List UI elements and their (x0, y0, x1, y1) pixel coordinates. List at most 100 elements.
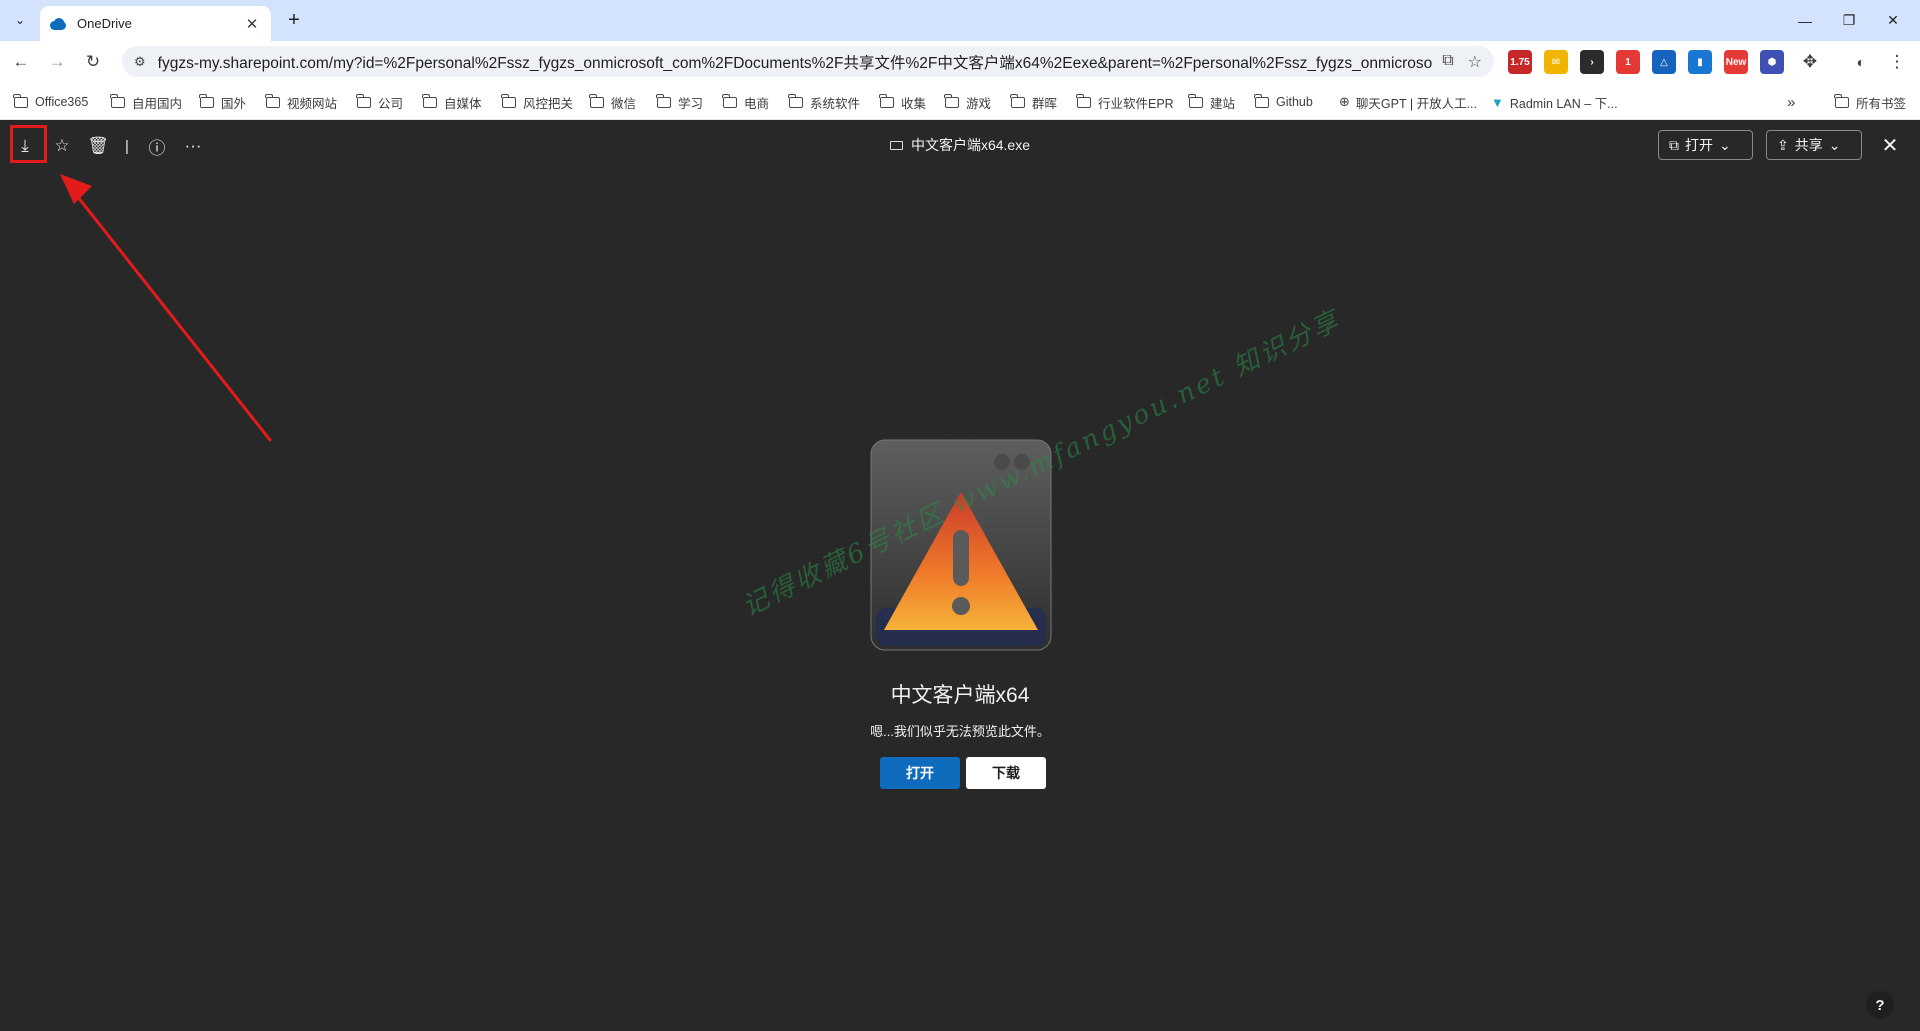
new-tab-button[interactable]: + (282, 8, 306, 32)
browser-menu-icon[interactable]: ⋮ (1884, 49, 1910, 75)
bookmarks-bar: Office365 自用国内 国外 视频网站 公司 自媒体 风控把关 微信 学习 电商 系统软件 收集… (0, 82, 1920, 120)
open-file-button[interactable]: 打开 (880, 757, 960, 789)
bookmark-folder[interactable]: 电商 (722, 91, 769, 113)
window-close-button[interactable]: ✕ (1871, 0, 1915, 41)
bookmark-label: 自用国内 (132, 96, 183, 111)
folder-icon (265, 93, 280, 108)
bookmark-label: 聊天GPT | 开放人工... (1355, 96, 1477, 111)
extensions-puzzle-icon[interactable]: ✥ (1797, 49, 1823, 75)
annotation-arrow (60, 174, 272, 442)
address-bar[interactable]: ⚙ fygzs-my.sharepoint.com/my?id=%2Fperso… (122, 46, 1494, 77)
bookmark-folder[interactable]: 国外 (199, 91, 247, 113)
back-arrow-icon[interactable]: ← (8, 49, 34, 75)
bookmark-folder[interactable]: 风控把关 (501, 91, 573, 113)
folder-icon (879, 93, 894, 108)
bookmark-label: 行业软件EPR (1098, 96, 1174, 111)
extension-icon[interactable]: 1 (1616, 50, 1640, 74)
folder-icon (13, 93, 28, 108)
download-file-button[interactable]: 下载 (966, 757, 1046, 789)
bookmark-folder[interactable]: 自用国内 (110, 91, 183, 113)
extension-icon[interactable]: › (1580, 50, 1604, 74)
extension-icon[interactable]: △ (1652, 50, 1676, 74)
bookmark-label: 视频网站 (287, 96, 338, 111)
chevron-down-icon: ⌄ (1828, 136, 1841, 153)
bookmark-folder[interactable]: 自媒体 (422, 91, 482, 113)
url-text[interactable]: fygzs-my.sharepoint.com/my?id=%2Fpersona… (158, 51, 1433, 73)
file-title: 中文客户端x64.exe (0, 135, 1920, 155)
extension-icon[interactable]: ✉ (1544, 50, 1568, 74)
folder-icon (356, 93, 371, 108)
bookmark-folder[interactable]: 视频网站 (265, 91, 338, 113)
bookmark-label: 群晖 (1032, 96, 1058, 111)
open-label: 打开 (1685, 137, 1713, 153)
install-app-icon[interactable]: ⧉ (1442, 52, 1453, 72)
folder-icon (501, 93, 516, 108)
extension-icon[interactable]: ▮ (1688, 50, 1712, 74)
bookmark-label: 所有书签 (1856, 96, 1907, 111)
globe-icon: ⊕ (1339, 94, 1350, 109)
preview-file-name: 中文客户端x64 (890, 684, 1030, 707)
bookmark-label: 自媒体 (444, 96, 482, 111)
bookmark-folder[interactable]: 游戏 (944, 91, 992, 113)
file-title-text: 中文客户端x64.exe (910, 137, 1031, 153)
extension-icon[interactable]: New (1724, 50, 1748, 74)
bookmark-label: Office365 (35, 95, 89, 109)
folder-icon (722, 93, 737, 108)
bookmark-label: 微信 (611, 96, 637, 111)
folder-icon (422, 93, 437, 108)
chevron-down-icon: ⌄ (1719, 136, 1731, 153)
folder-icon (1076, 93, 1091, 108)
preview-unavailable-message: 嗯...我们似乎无法预览此文件。 (870, 724, 1050, 739)
folder-icon (656, 93, 671, 108)
help-icon[interactable]: ? (1866, 991, 1894, 1019)
tab-title: OneDrive (77, 16, 132, 31)
profile-avatar[interactable]: ◐ (1848, 49, 1874, 75)
bookmark-folder[interactable]: 公司 (356, 91, 404, 113)
bookmark-label: 游戏 (966, 96, 992, 111)
folder-icon (944, 93, 959, 108)
extension-icon[interactable]: 1.75 (1508, 50, 1532, 74)
bookmark-label: Radmin LAN – 下... (1509, 96, 1618, 111)
bookmark-radmin[interactable]: ▼ Radmin LAN – 下... (1491, 91, 1618, 113)
reload-icon[interactable]: ↻ (80, 49, 106, 75)
tab-close-icon[interactable]: ✕ (243, 15, 261, 33)
bookmark-folder[interactable]: 收集 (879, 91, 926, 113)
bookmark-folder[interactable]: Github (1254, 91, 1313, 113)
open-in-button[interactable]: ⧉ 打开 ⌄ (1658, 130, 1753, 160)
file-type-icon (889, 140, 903, 150)
bookmark-folder[interactable]: 建站 (1188, 91, 1236, 113)
restore-button[interactable]: ❐ (1827, 0, 1871, 41)
folder-icon (1010, 93, 1025, 108)
folder-icon (1188, 93, 1203, 108)
bookmark-label: 公司 (378, 96, 404, 111)
bookmark-label: 建站 (1210, 96, 1236, 111)
bookmark-folder[interactable]: 系统软件 (788, 91, 860, 113)
onedrive-cloud-icon (50, 17, 68, 30)
open-external-icon: ⧉ (1669, 136, 1679, 153)
bookmark-folder[interactable]: 群晖 (1010, 91, 1058, 113)
folder-icon (589, 93, 604, 108)
bookmark-star-icon[interactable]: ☆ (1468, 52, 1482, 72)
radmin-shield-icon: ▼ (1491, 94, 1504, 110)
all-bookmarks-folder[interactable]: 所有书签 (1834, 91, 1907, 113)
site-info-icon[interactable]: ⚙ (134, 54, 146, 70)
close-viewer-icon[interactable]: ✕ (1878, 133, 1902, 158)
minimize-button[interactable]: — (1783, 0, 1827, 41)
folder-icon (1834, 93, 1849, 108)
folder-icon (199, 93, 214, 108)
bookmark-label: 国外 (221, 96, 247, 111)
bookmark-label: 学习 (678, 96, 704, 111)
more-bookmarks-button[interactable]: » (1787, 91, 1795, 113)
tab-search-chevron-icon[interactable]: ⌄ (8, 8, 32, 32)
folder-icon (110, 93, 125, 108)
share-button[interactable]: ⇪ 共享 ⌄ (1766, 130, 1862, 160)
bookmark-folder[interactable]: 行业软件EPR (1076, 91, 1174, 113)
extension-icon[interactable]: ⬢ (1760, 50, 1784, 74)
bookmark-folder[interactable]: 微信 (589, 91, 637, 113)
tab-onedrive[interactable]: OneDrive ✕ (40, 6, 271, 41)
bookmark-chatgpt[interactable]: ⊕ 聊天GPT | 开放人工... (1339, 91, 1477, 113)
forward-arrow-icon[interactable]: → (44, 49, 70, 75)
bookmark-folder[interactable]: 学习 (656, 91, 704, 113)
folder-icon (788, 93, 803, 108)
bookmark-folder[interactable]: Office365 (13, 91, 89, 113)
